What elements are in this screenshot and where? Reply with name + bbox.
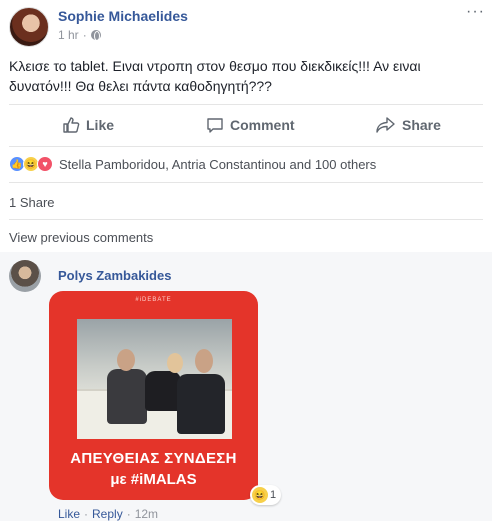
divider [9,219,483,220]
view-previous-comments-link[interactable]: View previous comments [9,230,153,245]
person-head [195,349,213,373]
more-options-icon[interactable]: ··· [466,4,485,20]
comment-actions: Like · Reply · 12m [58,507,158,521]
person-shape [177,374,225,434]
reaction-names[interactable]: Stella Pamboridou, Antria Constantinou a… [59,157,376,172]
share-icon [376,117,395,133]
like-label: Like [86,117,115,133]
comment-reaction-badge[interactable]: 😆 1 [250,485,282,505]
comment-icon [207,118,223,133]
shares-count[interactable]: 1 Share [9,195,55,210]
love-reaction-icon: ♥ [37,156,53,172]
post-text: Κλεισε το tablet. Ειναι ντροπη στον θεσμ… [9,58,421,94]
comment-reaction-count: 1 [270,489,277,501]
image-hashtag: με #iMALAS [110,471,197,488]
divider [9,104,483,105]
share-label: Share [402,117,441,133]
haha-reaction-icon: 😆 [252,487,268,503]
reactions-summary[interactable]: 👍 😆 ♥ Stella Pamboridou, Antria Constant… [9,155,376,173]
author-avatar[interactable] [9,7,49,47]
meta-separator: · [82,28,87,42]
person-shape [107,369,147,424]
commenter-avatar[interactable] [9,260,41,292]
post-time[interactable]: 1 hr [58,28,79,42]
divider [9,182,483,183]
divider [9,146,483,147]
comment-author-name[interactable]: Polys Zambakides [58,268,171,283]
post-header: Sophie Michaelides 1 hr · ··· [0,0,492,50]
globe-icon[interactable] [90,30,101,41]
separator: · [84,507,89,521]
image-tag: #iDEBATE [135,297,172,303]
post-meta: 1 hr · [58,28,101,42]
comment-reply-link[interactable]: Reply [92,507,123,521]
comment-like-link[interactable]: Like [58,507,80,521]
comment-time[interactable]: 12m [135,507,158,521]
separator: · [126,507,131,521]
comment-button[interactable]: Comment [206,115,295,135]
post-action-bar: Like Comment Share [0,110,492,140]
comment-image[interactable]: #iDEBATE ΑΠΕΥΘΕΙΑΣ ΣΥΝΔΕΣΗ με #iMALAS [49,291,258,500]
comment-label: Comment [230,117,295,133]
person-shape [145,371,181,411]
person-head [117,349,135,371]
like-button[interactable]: Like [62,115,114,135]
share-button[interactable]: Share [376,115,441,135]
image-title: ΑΠΕΥΘΕΙΑΣ ΣΥΝΔΕΣΗ [70,450,237,467]
person-head [167,353,183,373]
post-author-name[interactable]: Sophie Michaelides [58,8,188,24]
image-photo [77,319,232,439]
thumbs-up-icon [63,117,80,133]
